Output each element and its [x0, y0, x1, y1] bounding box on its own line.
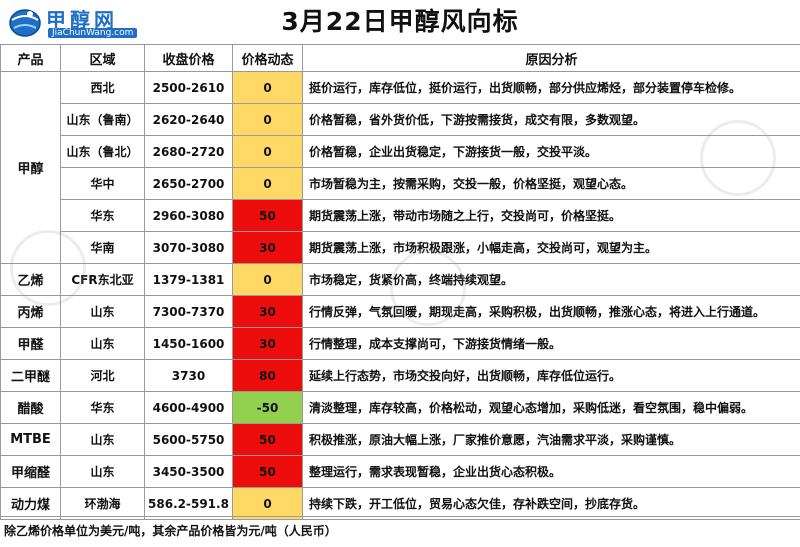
cell-region: 华东 [60, 199, 145, 232]
cell-reason: 积极推涨，原油大幅上涨，厂家推价意愿，汽油需求平淡，采购谨慎。 [302, 423, 800, 456]
table-row: 华中 2650-2700 0 市场暂稳为主，按需采购，交投一般，价格坚挺，观望心态。 [1, 167, 800, 200]
table-row: 甲醇 西北 2500-2610 0 挺价运行，库存低位，挺价运行，出货顺畅，部分供应烯烃… [0, 71, 800, 264]
cell-region: 山东 [60, 423, 145, 456]
cell-product: MTBE [0, 423, 61, 456]
cell-change: 0 [232, 487, 303, 520]
cell-change: -50 [232, 391, 303, 424]
price-table: 产品 区域 收盘价格 价格动态 原因分析 甲醇 西北 2500-2610 0 挺价运行，… [0, 44, 800, 520]
cell-price: 2680-2720 [144, 135, 233, 168]
cell-region: 环渤海 [60, 487, 145, 520]
table-row: 山东（鲁南） 2620-2640 0 价格暂稳，省外货价低，下游按需接货，成交有限，多… [1, 103, 800, 136]
cell-region: 西北 [60, 71, 145, 104]
cell-region: 山东 [60, 455, 145, 488]
cell-reason: 市场暂稳为主，按需采购，交投一般，价格坚挺，观望心态。 [302, 167, 800, 200]
cell-region: 华南 [60, 231, 145, 264]
cell-product: 甲醛 [0, 327, 61, 360]
cell-change: 0 [232, 103, 303, 136]
cell-reason: 整理运行，需求表现暂稳，企业出货心态积极。 [302, 455, 800, 488]
cell-change: 80 [232, 359, 303, 392]
table-row: MTBE 山东 5600-5750 50 积极推涨，原油大幅上涨，厂家推价意愿，汽油需求… [0, 423, 800, 456]
col-header-change: 价格动态 [232, 44, 303, 72]
cell-price: 2960-3080 [144, 199, 233, 232]
table-row: 华南 3070-3080 30 期货震荡上涨，市场积极跟涨，小幅走高，交投尚可，观望为… [1, 231, 800, 264]
cell-price: 586.2-591.8 [144, 487, 233, 520]
cell-reason: 期货震荡上涨，带动市场随之上行，交投尚可，价格坚挺。 [302, 199, 800, 232]
cell-change: 0 [232, 167, 303, 200]
table-row: 华东 2960-3080 50 期货震荡上涨，带动市场随之上行，交投尚可，价格坚挺。 [1, 199, 800, 232]
cell-price: 3730 [144, 359, 233, 392]
col-header-reason: 原因分析 [302, 44, 800, 72]
table-row: 动力煤 环渤海 586.2-591.8 0 持续下跌，开工低位，贸易心态欠佳，存补跌空间… [0, 487, 800, 520]
col-header-product: 产品 [0, 44, 61, 72]
table-row: 甲醛 山东 1450-1600 30 行情整理，成本支撑尚可，下游接货情绪一般。 [0, 327, 800, 360]
cell-price: 1379-1381 [144, 263, 233, 296]
table-row: 甲缩醛 山东 3450-3500 50 整理运行，需求表现暂稳，企业出货心态积极。 [0, 455, 800, 488]
cell-reason: 市场稳定，货紧价高，终端持续观望。 [302, 263, 800, 296]
cell-reason: 价格暂稳，省外货价低，下游按需接货，成交有限，多数观望。 [302, 103, 800, 136]
cell-price: 3070-3080 [144, 231, 233, 264]
cell-change: 0 [232, 263, 303, 296]
header-bar: 甲醇网 JiaChunWang.com 3月22日甲醇风向标 [0, 0, 800, 45]
cell-price: 3450-3500 [144, 455, 233, 488]
cell-product: 乙烯 [0, 263, 61, 296]
cell-region: 山东 [60, 327, 145, 360]
table-row: 山东（鲁北） 2680-2720 0 价格暂稳，企业出货稳定，下游接货一般，交投平淡。 [1, 135, 800, 168]
table-row: 丙烯 山东 7300-7370 30 行情反弹，气氛回暖，期现走高，采购积极，出货顺畅，… [0, 295, 800, 328]
cell-product: 动力煤 [0, 487, 61, 520]
cell-reason: 持续下跌，开工低位，贸易心态欠佳，存补跌空间，抄底存货。 [302, 487, 800, 520]
cell-reason: 行情反弹，气氛回暖，期现走高，采购积极，出货顺畅，推涨心态，将进入上行通道。 [302, 295, 800, 328]
cell-product: 二甲醚 [0, 359, 61, 392]
table-row: 醋酸 华东 4600-4900 -50 清淡整理，库存较高，价格松动，观望心态增加，采购… [0, 391, 800, 424]
cell-change: 50 [232, 199, 303, 232]
cell-region: 山东（鲁南） [60, 103, 145, 136]
cell-price: 1450-1600 [144, 327, 233, 360]
cell-price: 5600-5750 [144, 423, 233, 456]
cell-product: 甲缩醛 [0, 455, 61, 488]
table-row: 二甲醚 河北 3730 80 延续上行态势，市场交投向好，出货顺畅，库存低位运行。 [0, 359, 800, 392]
cell-region: 华东 [60, 391, 145, 424]
cell-product: 甲醇 [0, 71, 61, 264]
cell-price: 4600-4900 [144, 391, 233, 424]
cell-change: 50 [232, 455, 303, 488]
cell-reason: 挺价运行，库存低位，挺价运行，出货顺畅，部分供应烯烃，部分装置停车检修。 [302, 71, 800, 104]
table-body: 甲醇 西北 2500-2610 0 挺价运行，库存低位，挺价运行，出货顺畅，部分供应烯烃… [0, 71, 800, 520]
table-header-row: 产品 区域 收盘价格 价格动态 原因分析 [0, 44, 800, 72]
cell-region: 河北 [60, 359, 145, 392]
cell-product: 醋酸 [0, 391, 61, 424]
cell-change: 30 [232, 295, 303, 328]
cell-price: 7300-7370 [144, 295, 233, 328]
cell-price: 2500-2610 [144, 71, 233, 104]
cell-change: 50 [232, 423, 303, 456]
cell-reason: 期货震荡上涨，市场积极跟涨，小幅走高，交投尚可，观望为主。 [302, 231, 800, 264]
cell-change: 0 [232, 135, 303, 168]
cell-product: 丙烯 [0, 295, 61, 328]
cell-reason: 价格暂稳，企业出货稳定，下游接货一般，交投平淡。 [302, 135, 800, 168]
unit-note: 除乙烯价格单位为美元/吨，其余产品价格皆为元/吨（人民币） [0, 516, 800, 547]
cell-change: 30 [232, 231, 303, 264]
cell-change: 30 [232, 327, 303, 360]
cell-change: 0 [232, 71, 303, 104]
cell-price: 2620-2640 [144, 103, 233, 136]
col-header-price: 收盘价格 [144, 44, 233, 72]
cell-reason: 行情整理，成本支撑尚可，下游接货情绪一般。 [302, 327, 800, 360]
cell-region: CFR东北亚 [60, 263, 145, 296]
cell-reason: 延续上行态势，市场交投向好，出货顺畅，库存低位运行。 [302, 359, 800, 392]
table-row: 乙烯 CFR东北亚 1379-1381 0 市场稳定，货紧价高，终端持续观望。 [0, 263, 800, 296]
col-header-region: 区域 [60, 44, 145, 72]
cell-region: 山东 [60, 295, 145, 328]
cell-reason: 清淡整理，库存较高，价格松动，观望心态增加，采购低迷，看空氛围，稳中偏弱。 [302, 391, 800, 424]
cell-price: 2650-2700 [144, 167, 233, 200]
cell-region: 华中 [60, 167, 145, 200]
page-title: 3月22日甲醇风向标 [281, 7, 519, 36]
cell-region: 山东（鲁北） [60, 135, 145, 168]
